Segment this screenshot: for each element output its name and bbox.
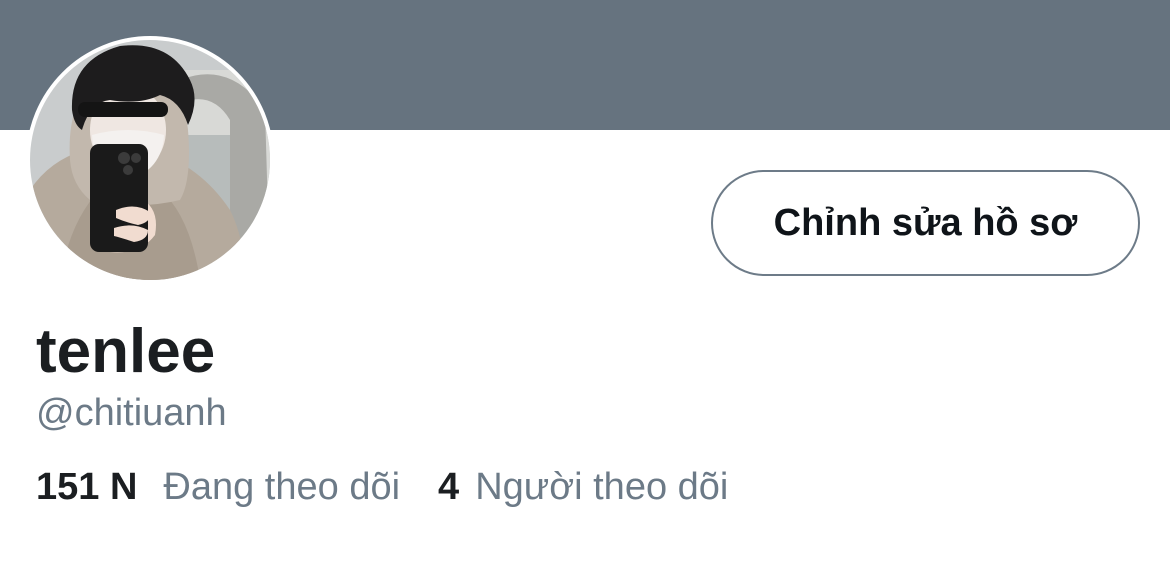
followers-count: 4 [438,466,460,508]
followers-label: Người theo dõi [475,466,729,508]
following-count: 151 N [36,466,138,508]
user-handle: @chitiuanh [36,392,227,434]
avatar[interactable] [26,36,274,284]
profile-stats: 151 N Đang theo dõi 4 Người theo dõi [36,464,728,510]
display-name: tenlee [36,317,216,386]
edit-profile-label: Chỉnh sửa hồ sơ [773,201,1078,244]
edit-profile-button[interactable]: Chỉnh sửa hồ sơ [711,170,1140,276]
avatar-photo [30,40,270,280]
following-label: Đang theo dõi [163,466,401,508]
following-stat[interactable]: 151 N Đang theo dõi [36,464,400,510]
followers-stat[interactable]: 4 Người theo dõi [438,464,728,510]
